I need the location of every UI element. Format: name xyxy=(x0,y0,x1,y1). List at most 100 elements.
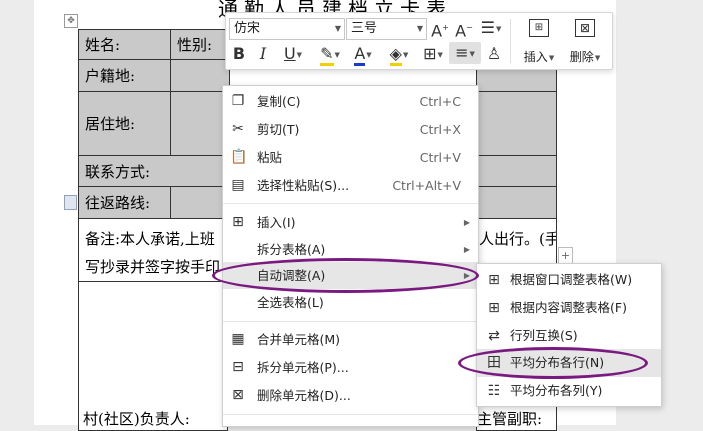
cell-hukou-value[interactable] xyxy=(170,59,230,92)
menu-item-label: 拆分表格(A) xyxy=(257,242,326,257)
cell-contact-label[interactable]: 联系方式: xyxy=(78,155,228,187)
menu-item-insert[interactable]: ⊞ 插入(I) ▶ xyxy=(223,209,478,236)
format-painter-icon: ♙ xyxy=(486,44,502,63)
menu-item-label: 选择性粘贴(S)... xyxy=(257,178,350,193)
submenu-item-label: 平均分布各列(Y) xyxy=(510,383,603,398)
menu-item-label: 合并单元格(M) xyxy=(257,332,341,347)
note-line-2: 写抄录并签字按手印 xyxy=(85,258,221,276)
menu-item-label: 复制(C) xyxy=(257,94,301,109)
note-line-1-tail: 人出行。(手 xyxy=(479,230,557,248)
format-painter-button[interactable]: ♙ xyxy=(484,43,504,65)
submenu-item-label: 根据内容调整表格(F) xyxy=(510,300,627,315)
cell-selected[interactable] xyxy=(476,186,557,219)
toolbar-divider xyxy=(510,19,511,63)
floating-format-toolbar: 仿宋 ▼ 三号 ▼ A+ A− ☰▼ B I U▼ ✎▼ A▼ ◈▼ ⊞▼ ≡▼ ♙… xyxy=(225,12,613,70)
underline-button[interactable]: U▼ xyxy=(278,43,308,65)
menu-item-shortcut: Ctrl+Alt+V xyxy=(392,178,461,193)
font-size-select[interactable]: 三号 ▼ xyxy=(346,18,427,40)
menu-item-merge-cells[interactable]: ▦ 合并单元格(M) xyxy=(223,326,478,353)
italic-button[interactable]: I xyxy=(253,43,273,65)
distribute-cols-icon: ☷ xyxy=(487,383,501,399)
menu-item-autofit[interactable]: 自动调整(A) ▶ xyxy=(223,262,478,289)
cell-hukou-label[interactable]: 户籍地: xyxy=(78,59,171,92)
submenu-arrow-icon: ▶ xyxy=(463,271,470,280)
chevron-down-icon: ▼ xyxy=(416,24,423,33)
cell-route-value[interactable] xyxy=(170,186,230,219)
bold-button[interactable]: B xyxy=(229,43,249,65)
cell-route-label[interactable]: 往返路线: xyxy=(78,186,171,219)
grow-font-button[interactable]: A+ xyxy=(431,17,449,41)
grow-font-icon: A xyxy=(431,21,443,41)
font-name-value: 仿宋 xyxy=(234,21,261,36)
menu-item-select-table[interactable]: 全选表格(L) xyxy=(223,289,478,316)
cell-residence-value[interactable] xyxy=(170,91,230,156)
highlight-button[interactable]: ✎▼ xyxy=(314,43,346,66)
menu-item-split-table[interactable]: 拆分表格(A) ▶ xyxy=(223,236,478,263)
menu-item-copy[interactable]: ❐ 复制(C) Ctrl+C xyxy=(223,88,478,115)
menu-item-label: 剪切(T) xyxy=(257,122,300,137)
cell-name-label[interactable]: 姓名: xyxy=(78,29,171,60)
menu-item-label: 粘贴 xyxy=(257,150,283,165)
table-insert-icon: ⊞ xyxy=(232,214,244,230)
submenu-item-distribute-cols[interactable]: ☷ 平均分布各列(Y) xyxy=(477,377,661,405)
bottom-left-label: 村(社区)负责人: xyxy=(83,410,190,428)
menu-item-label: 自动调整(A) xyxy=(257,268,326,283)
paint-bucket-icon: ◈ xyxy=(389,44,402,66)
menu-item-delete-cells[interactable]: ⊠ 删除单元格(D)... xyxy=(223,382,478,409)
submenu-item-distribute-rows[interactable]: 田 平均分布各行(N) xyxy=(477,349,661,377)
menu-item-cut[interactable]: ✂ 剪切(T) Ctrl+X xyxy=(223,116,478,143)
font-size-value: 三号 xyxy=(351,21,378,36)
table-move-handle[interactable]: ✥ xyxy=(64,14,78,28)
menu-divider xyxy=(223,203,478,204)
borders-button[interactable]: ⊞▼ xyxy=(418,43,448,65)
menu-item-shortcut: Ctrl+V xyxy=(419,150,461,165)
submenu-item-label: 行列互换(S) xyxy=(510,328,578,343)
menu-item-shortcut: Ctrl+C xyxy=(419,94,461,109)
menu-item-paste-special[interactable]: ▤ 选择性粘贴(S)... Ctrl+Alt+V xyxy=(223,172,478,199)
delete-cells-icon: ⊠ xyxy=(232,387,244,403)
align-button[interactable]: ≡▼ xyxy=(449,42,481,64)
align-center-icon: ≡ xyxy=(455,43,469,62)
cell-bottom-left[interactable]: 村(社区)负责人: xyxy=(78,281,228,431)
submenu-item-label: 平均分布各行(N) xyxy=(510,355,605,370)
submenu-item-label: 根据窗口调整表格(W) xyxy=(510,272,633,287)
menu-item-shortcut: Ctrl+X xyxy=(419,122,461,137)
cell-note[interactable]: 备注:本人承诺,上班 写抄录并签字按手印 xyxy=(78,218,228,282)
font-color-icon: A xyxy=(354,44,366,66)
line-spacing-icon: ☰ xyxy=(480,18,495,37)
submenu-arrow-icon: ▶ xyxy=(463,245,470,254)
menu-item-split-cells[interactable]: ⊟ 拆分单元格(P)... xyxy=(223,354,478,381)
cell-selected[interactable] xyxy=(476,155,557,187)
add-column-button[interactable]: + xyxy=(558,247,573,264)
underline-icon: U xyxy=(283,44,296,63)
chevron-down-icon: ▼ xyxy=(296,50,303,59)
chevron-down-icon: ▼ xyxy=(334,50,340,59)
cell-residence-label[interactable]: 居住地: xyxy=(78,91,171,156)
cell-gender-label[interactable]: 性别: xyxy=(170,29,230,60)
chevron-down-icon: ▼ xyxy=(594,53,601,62)
line-spacing-button[interactable]: ☰▼ xyxy=(478,17,504,39)
delete-label: 删除 xyxy=(569,50,594,64)
chevron-down-icon: ▼ xyxy=(548,53,555,62)
submenu-item-swap-rows-cols[interactable]: ⇄ 行列互换(S) xyxy=(477,322,661,350)
delete-button[interactable]: ⊠ 删除▼ xyxy=(563,15,607,67)
insert-button[interactable]: ⊞ 插入▼ xyxy=(517,15,561,67)
split-cells-icon: ⊟ xyxy=(232,359,244,375)
table-insert-icon: ⊞ xyxy=(529,19,549,37)
font-name-select[interactable]: 仿宋 ▼ xyxy=(229,18,345,40)
submenu-item-fit-window[interactable]: ⊞ 根据窗口调整表格(W) xyxy=(477,266,661,294)
menu-item-label: 插入(I) xyxy=(257,215,296,230)
chevron-down-icon: ▼ xyxy=(437,50,443,59)
shrink-font-button[interactable]: A− xyxy=(455,17,473,41)
shrink-font-icon: A xyxy=(455,21,467,41)
font-color-button[interactable]: A▼ xyxy=(348,43,378,66)
cell-selected[interactable] xyxy=(476,91,557,156)
shading-button[interactable]: ◈▼ xyxy=(383,43,415,66)
chevron-down-icon: ▼ xyxy=(366,50,372,59)
menu-item-label: 拆分单元格(P)... xyxy=(257,360,349,375)
submenu-arrow-icon: ▶ xyxy=(463,218,470,227)
cut-icon: ✂ xyxy=(232,121,244,137)
menu-item-paste[interactable]: 📋 粘贴 Ctrl+V xyxy=(223,144,478,171)
submenu-item-fit-content[interactable]: ⊞ 根据内容调整表格(F) xyxy=(477,294,661,322)
context-menu: ❐ 复制(C) Ctrl+C ✂ 剪切(T) Ctrl+X 📋 粘贴 Ctrl+… xyxy=(222,85,479,427)
